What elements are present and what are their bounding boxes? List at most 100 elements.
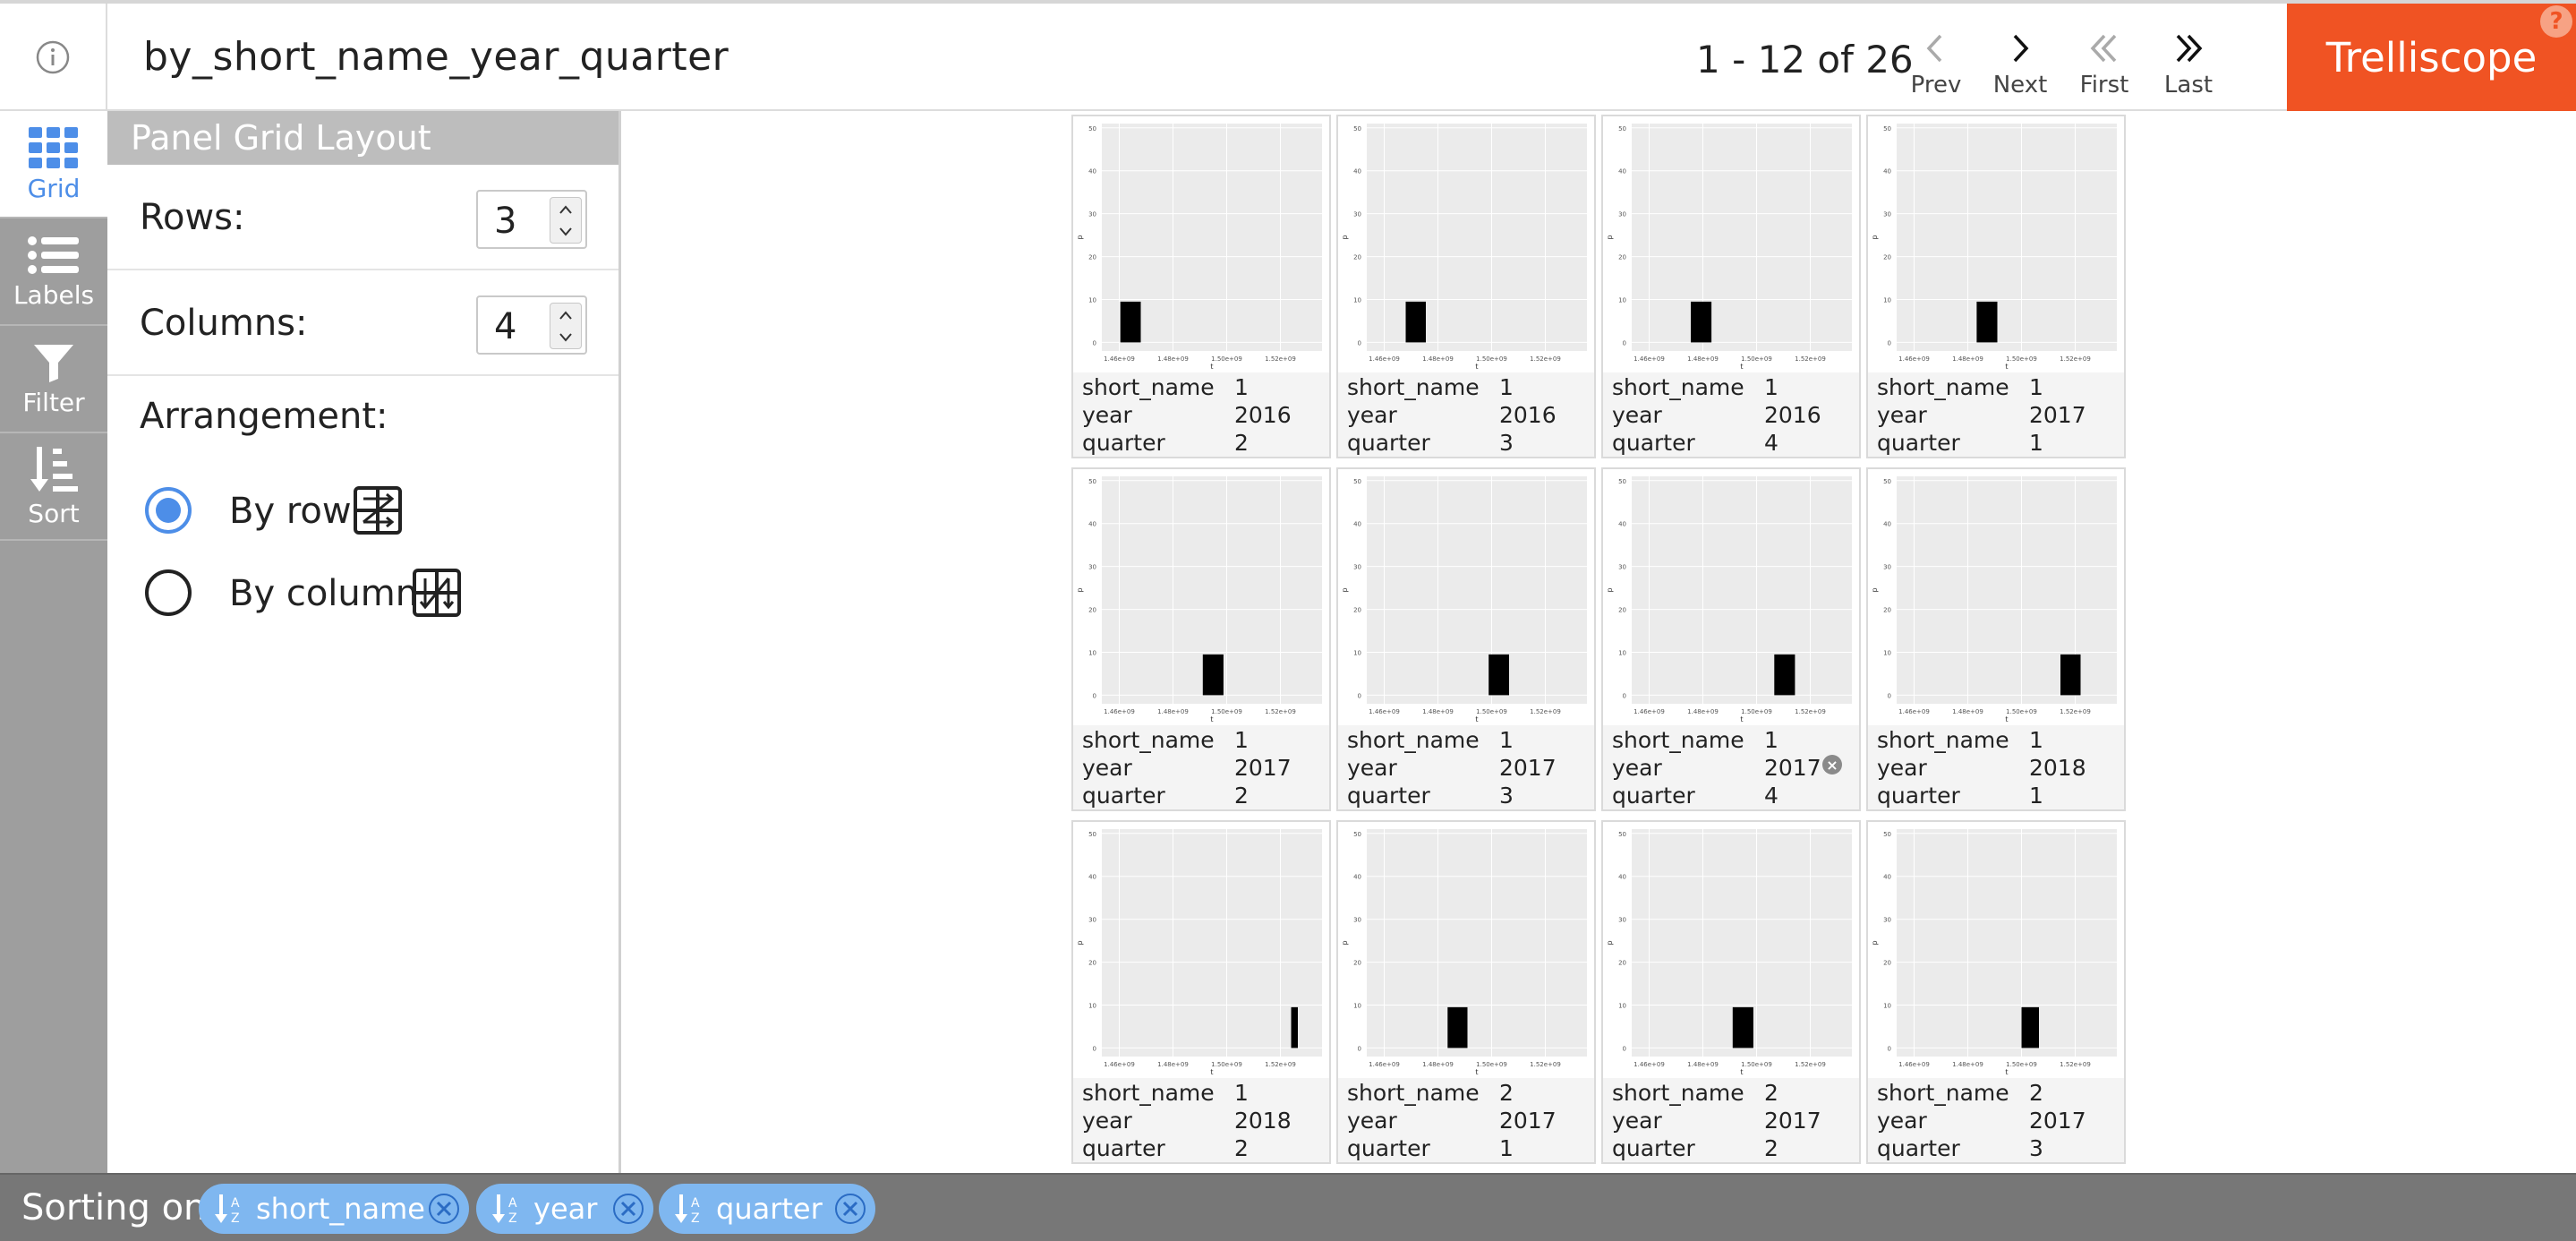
last-button[interactable]: Last [2148, 30, 2229, 109]
label-row: year 2017 [1612, 1108, 1854, 1136]
plot-svg: 0 10 20 30 40 50 1.46e+09 1.48e+09 1.50e+09 1.52e… [1076, 829, 1322, 1076]
label-row: year 2018 [1082, 1108, 1324, 1136]
label-key: short_name [1347, 1080, 1480, 1106]
y-tick-label: 40 [1353, 168, 1361, 175]
y-tick-label: 50 [1353, 831, 1361, 838]
help-button[interactable]: ? [2540, 5, 2572, 38]
x-tick-label: 1.48e+09 [1157, 708, 1189, 715]
y-tick-label: 10 [1618, 649, 1626, 656]
panel-cell[interactable]: 0 10 20 30 40 50 1.46e+09 1.48e+09 1.50e+09 1.52e… [1866, 467, 2126, 811]
panel-cell[interactable]: 0 10 20 30 40 50 1.46e+09 1.48e+09 1.50e+09 1.52e… [1601, 467, 1861, 811]
y-tick-label: 50 [1353, 478, 1361, 485]
display-title: by_short_name_year_quarter [143, 34, 729, 80]
panel-cell[interactable]: 0 10 20 30 40 50 1.46e+09 1.48e+09 1.50e+09 1.52e… [1336, 467, 1596, 811]
y-tick-label: 50 [1088, 125, 1096, 133]
y-tick-label: 10 [1618, 1002, 1626, 1009]
info-button[interactable] [0, 4, 107, 111]
x-tick-label: 1.50e+09 [1211, 1061, 1242, 1068]
by-row-label[interactable]: By row [229, 491, 352, 532]
y-axis-label: p [1606, 940, 1614, 945]
close-icon[interactable]: × [1822, 755, 1842, 775]
svg-text:A: A [231, 1196, 240, 1211]
rows-spinner[interactable] [550, 197, 582, 244]
x-tick-label: 1.46e+09 [1369, 355, 1400, 363]
label-key: year [1612, 755, 1662, 781]
label-value: 2017 [1499, 1108, 1557, 1134]
plot-svg: 0 10 20 30 40 50 1.46e+09 1.48e+09 1.50e+09 1.52e… [1341, 829, 1587, 1076]
label-value: 2018 [1234, 1108, 1292, 1134]
first-label: First [2079, 72, 2129, 98]
label-row: quarter 3 [1347, 783, 1589, 811]
x-tick-label: 1.52e+09 [1530, 708, 1561, 715]
sort-chip-year[interactable]: AZ year [476, 1184, 653, 1234]
columns-stepper[interactable]: 4 [476, 295, 587, 355]
y-tick-label: 50 [1618, 125, 1626, 133]
remove-chip-button[interactable] [612, 1193, 644, 1225]
panel-cell[interactable]: 0 10 20 30 40 50 1.46e+09 1.48e+09 1.50e+09 1.52e… [1071, 467, 1331, 811]
panel-labels: short_name 1 year 2016 quarter 3 [1338, 372, 1594, 457]
sort-chip-short-name[interactable]: AZ short_name [199, 1184, 469, 1234]
close-circle-icon [613, 1194, 644, 1224]
panel-labels: short_name 1 year 2017 quarter 2 [1073, 725, 1329, 809]
sidebar-item-grid[interactable]: Grid [0, 111, 107, 218]
x-tick-label: 1.46e+09 [1104, 355, 1135, 363]
plot-svg: 0 10 20 30 40 50 1.46e+09 1.48e+09 1.50e+09 1.52e… [1871, 476, 2117, 723]
remove-chip-button[interactable] [428, 1193, 460, 1225]
y-tick-label: 30 [1618, 917, 1626, 924]
plot-svg: 0 10 20 30 40 50 1.46e+09 1.48e+09 1.50e+09 1.52e… [1606, 829, 1852, 1076]
by-row-radio[interactable] [143, 485, 193, 535]
rows-stepper[interactable]: 3 [476, 190, 587, 249]
panel-cell[interactable]: 0 10 20 30 40 50 1.46e+09 1.48e+09 1.50e+09 1.52e… [1601, 820, 1861, 1164]
by-column-radio[interactable] [143, 568, 193, 618]
panel-cell[interactable]: 0 10 20 30 40 50 1.46e+09 1.48e+09 1.50e+09 1.52e… [1071, 115, 1331, 458]
prev-button[interactable]: Prev [1896, 30, 1976, 109]
y-tick-label: 30 [1618, 564, 1626, 571]
panel-cell[interactable]: 0 10 20 30 40 50 1.46e+09 1.48e+09 1.50e+09 1.52e… [1601, 115, 1861, 458]
x-tick-label: 1.46e+09 [1369, 1061, 1400, 1068]
y-tick-label: 0 [1623, 692, 1626, 699]
y-axis-label: p [1341, 235, 1349, 239]
label-value: 2016 [1499, 402, 1557, 428]
y-tick-label: 20 [1088, 254, 1096, 261]
panel-cell[interactable]: 0 10 20 30 40 50 1.46e+09 1.48e+09 1.50e+09 1.52e… [1336, 820, 1596, 1164]
y-tick-label: 10 [1088, 649, 1096, 656]
y-tick-label: 20 [1883, 960, 1891, 967]
label-key: short_name [1612, 1080, 1744, 1106]
label-row: short_name 1 [1877, 374, 2119, 403]
data-bar [1447, 1006, 1468, 1048]
panel-plot: 0 10 20 30 40 50 1.46e+09 1.48e+09 1.50e+09 1.52e… [1868, 116, 2124, 371]
data-bar [1405, 301, 1426, 343]
sort-chip-quarter[interactable]: AZ quarter [659, 1184, 875, 1234]
y-tick-label: 30 [1883, 564, 1891, 571]
label-value: 2 [1499, 1080, 1514, 1106]
label-key: quarter [1347, 783, 1430, 809]
label-key: year [1082, 402, 1132, 428]
panel-cell[interactable]: 0 10 20 30 40 50 1.46e+09 1.48e+09 1.50e+09 1.52e… [1071, 820, 1331, 1164]
columns-spinner[interactable] [550, 303, 582, 349]
plot-background [1632, 124, 1852, 351]
label-key: quarter [1347, 430, 1430, 456]
x-tick-label: 1.50e+09 [1476, 1061, 1507, 1068]
label-key: short_name [1082, 1080, 1215, 1106]
panel-labels: short_name 1 year 2016 quarter 4 [1603, 372, 1859, 457]
label-value: 2018 [2029, 755, 2086, 781]
panel-cell[interactable]: 0 10 20 30 40 50 1.46e+09 1.48e+09 1.50e+09 1.52e… [1336, 115, 1596, 458]
sidebar-item-sort[interactable]: Sort [0, 433, 107, 541]
first-button[interactable]: First [2064, 30, 2145, 109]
next-button[interactable]: Next [1980, 30, 2060, 109]
x-tick-label: 1.50e+09 [1476, 355, 1507, 363]
label-key: short_name [1347, 374, 1480, 400]
columns-value: 4 [494, 306, 517, 347]
remove-chip-button[interactable] [834, 1193, 866, 1225]
sidebar-item-filter[interactable]: Filter [0, 326, 107, 433]
label-value: 2 [2029, 1080, 2043, 1106]
panel-cell[interactable]: 0 10 20 30 40 50 1.46e+09 1.48e+09 1.50e+09 1.52e… [1866, 115, 2126, 458]
y-tick-label: 10 [1353, 296, 1361, 304]
by-row-icon [354, 486, 402, 535]
caret-down-icon [559, 332, 572, 342]
trelliscope-brand[interactable]: Trelliscope ? [2287, 4, 2576, 111]
panel-cell[interactable]: 0 10 20 30 40 50 1.46e+09 1.48e+09 1.50e+09 1.52e… [1866, 820, 2126, 1164]
sidebar-item-labels[interactable]: Labels [0, 218, 107, 326]
filter-icon [34, 344, 73, 382]
by-column-label[interactable]: By column [229, 573, 418, 614]
